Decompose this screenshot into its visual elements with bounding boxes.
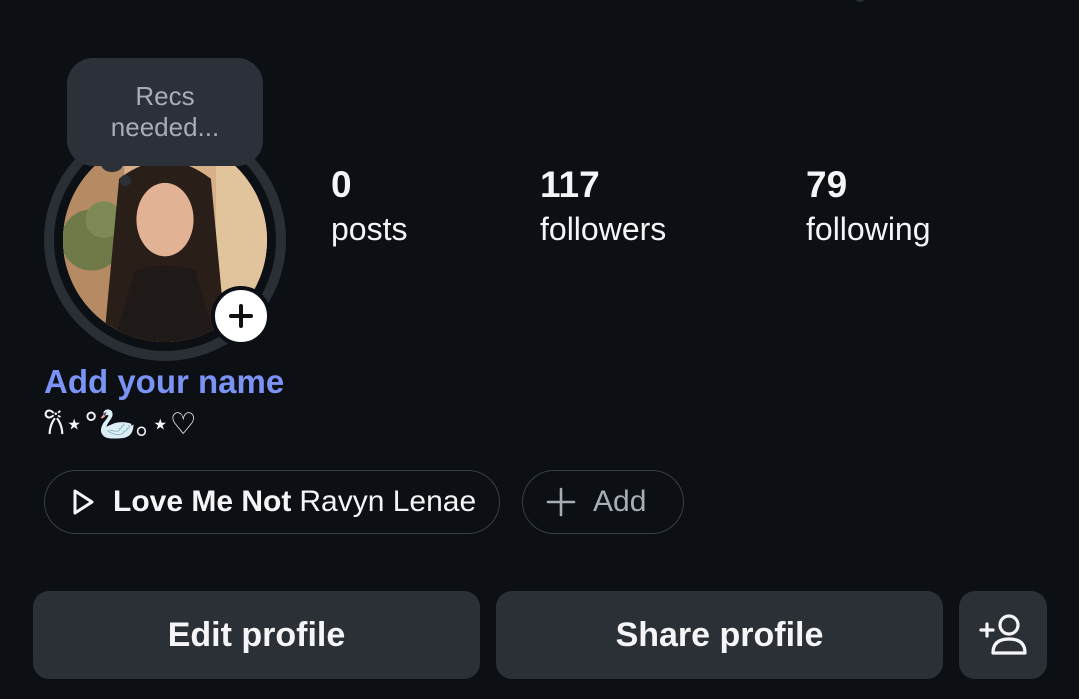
stat-posts[interactable]: 0 posts — [331, 163, 407, 251]
followers-count: 117 — [540, 164, 600, 205]
note-bubble-tail-dot — [120, 175, 131, 186]
plus-icon — [546, 487, 576, 517]
song-title: Love Me Not — [113, 485, 292, 518]
add-story-plus-icon — [229, 304, 253, 328]
stat-followers[interactable]: 117 followers — [540, 163, 666, 251]
stat-following[interactable]: 79 following — [806, 163, 931, 251]
edit-profile-button[interactable]: Edit profile — [33, 591, 480, 679]
add-name-link[interactable]: Add your name — [44, 362, 284, 402]
share-profile-button[interactable]: Share profile — [496, 591, 943, 679]
note-text: Recs needed... — [110, 81, 220, 142]
add-person-button[interactable] — [959, 591, 1047, 679]
posts-count: 0 — [331, 164, 352, 205]
add-person-icon — [979, 614, 1027, 655]
add-chip-label: Add — [593, 485, 647, 518]
add-chip[interactable]: Add — [522, 470, 684, 534]
posts-label: posts — [331, 211, 408, 247]
note-bubble-tail — [101, 156, 123, 172]
bio-text: 𐙚⋆°🦢｡⋆♡ — [44, 407, 197, 442]
followers-label: followers — [540, 211, 667, 247]
following-label: following — [806, 211, 931, 247]
following-count: 79 — [806, 164, 848, 205]
play-icon — [73, 489, 94, 515]
music-chip[interactable]: Love Me Not Ravyn Lenae — [44, 470, 500, 534]
note-bubble[interactable]: Recs needed... — [67, 58, 263, 166]
song-artist: Ravyn Lenae — [299, 485, 477, 518]
add-story-button[interactable] — [211, 286, 271, 346]
top-edge-mark — [855, 0, 865, 2]
